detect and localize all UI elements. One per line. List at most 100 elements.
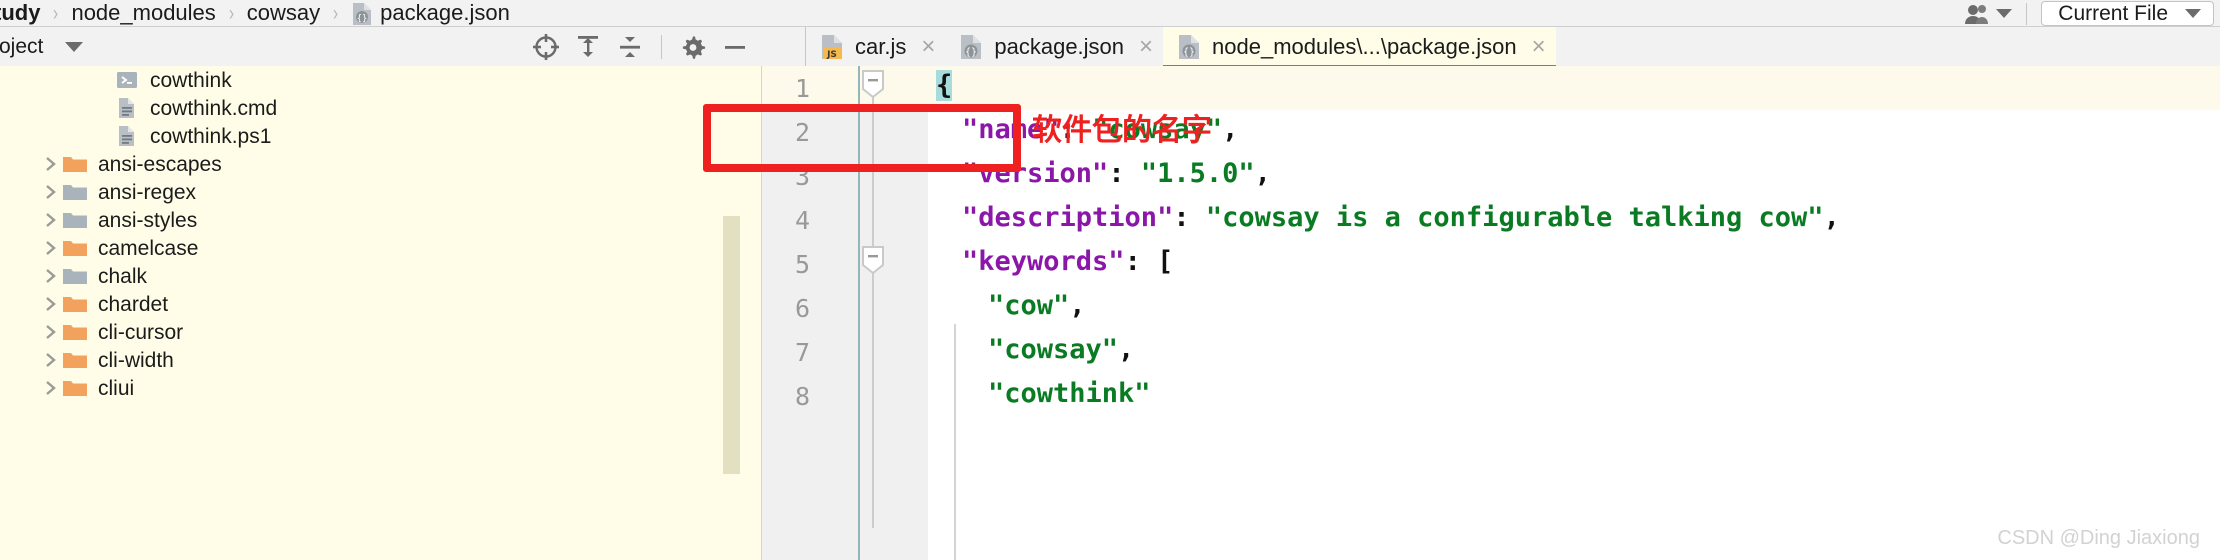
- code-line-5: "keywords": [: [962, 248, 1173, 275]
- chevron-right-icon[interactable]: [40, 346, 62, 374]
- editor-tab-3[interactable]: {} node_modules\...\package.json ×: [1163, 27, 1556, 69]
- fold-toggle-icon[interactable]: [860, 245, 886, 275]
- folder-icon: [62, 235, 88, 261]
- tree-row[interactable]: ansi-styles: [0, 206, 762, 234]
- folder-icon: [62, 179, 88, 205]
- expand-all-icon[interactable]: [567, 27, 609, 66]
- folder-icon: [62, 375, 88, 401]
- line-number: 8: [794, 382, 810, 411]
- indent-guide: [954, 324, 956, 560]
- project-view-caret-down-icon[interactable]: [65, 41, 84, 52]
- code-token: [: [1157, 246, 1174, 277]
- svg-text:JS: JS: [826, 50, 837, 60]
- close-icon[interactable]: ×: [1139, 34, 1153, 59]
- tree-row[interactable]: cowthink.ps1: [0, 122, 762, 150]
- folder-icon: [62, 347, 88, 373]
- code-line-8: "cowthink": [988, 380, 1151, 407]
- close-icon[interactable]: ×: [1532, 34, 1546, 59]
- sidebar-vertical-scrollbar[interactable]: [723, 216, 740, 474]
- breadcrumb-item-package-json[interactable]: {} package.json: [351, 1, 510, 25]
- tree-row[interactable]: ansi-regex: [0, 178, 762, 206]
- code-token: :: [1108, 158, 1141, 189]
- tree-row[interactable]: camelcase: [0, 234, 762, 262]
- code-token: ,: [1118, 334, 1135, 365]
- breadcrumb-item-cowsay[interactable]: cowsay: [247, 2, 320, 24]
- watermark: CSDN @Ding Jiaxiong: [1997, 527, 2200, 549]
- breadcrumb-separator: ›: [333, 1, 339, 25]
- collapse-all-icon[interactable]: [609, 27, 651, 66]
- chevron-right-icon[interactable]: [40, 178, 62, 206]
- editor-tab-2[interactable]: {} package.json ×: [945, 27, 1163, 66]
- chevron-right-icon[interactable]: [40, 374, 62, 402]
- code-token: {: [936, 70, 953, 101]
- tree-item-label: camelcase: [98, 236, 199, 260]
- scope-selector-button[interactable]: Current File: [2041, 1, 2214, 26]
- code-token: ,: [1222, 114, 1239, 145]
- close-icon[interactable]: ×: [921, 34, 935, 59]
- tree-row[interactable]: cli-width: [0, 346, 762, 374]
- code-token: ,: [1254, 158, 1271, 189]
- folder-icon: [62, 151, 88, 177]
- code-token: :: [1124, 246, 1158, 277]
- code-token: "1.5.0": [1140, 158, 1255, 189]
- name-field-highlight-box: [703, 104, 1021, 172]
- json-file-icon: {}: [1177, 34, 1201, 60]
- tree-row[interactable]: cowthink.cmd: [0, 94, 762, 122]
- people-caret-down-icon[interactable]: [1996, 9, 2013, 18]
- breadcrumb-separator: ›: [53, 1, 59, 25]
- tree-item-label: ansi-styles: [98, 208, 198, 232]
- breadcrumb-item-label: node_modules: [71, 0, 216, 25]
- editor-tab-label: package.json: [994, 33, 1125, 59]
- tree-row[interactable]: ansi-escapes: [0, 150, 762, 178]
- fold-toggle-icon[interactable]: [860, 69, 886, 99]
- json-file-icon: {}: [959, 34, 983, 60]
- svg-text:{}: {}: [1183, 47, 1195, 58]
- chevron-right-icon[interactable]: [40, 206, 62, 234]
- code-token: "cowthink": [988, 378, 1151, 409]
- tree-row[interactable]: cowthink: [0, 66, 762, 94]
- text-file-icon: [114, 95, 140, 121]
- tree-item-label: cli-cursor: [98, 320, 184, 344]
- project-panel-toolbar: roject: [0, 27, 762, 66]
- people-icon[interactable]: [1963, 3, 1993, 25]
- tree-item-label: cli-width: [98, 348, 174, 372]
- breadcrumb-item-tudy[interactable]: tudy: [0, 2, 40, 24]
- tree-item-label: cowthink.ps1: [150, 124, 272, 148]
- svg-text:{}: {}: [357, 14, 368, 24]
- locate-target-icon[interactable]: [525, 27, 567, 66]
- chevron-right-icon[interactable]: [40, 318, 62, 346]
- chevron-right-icon[interactable]: [40, 234, 62, 262]
- breadcrumb-item-label: package.json: [380, 0, 510, 25]
- hide-minus-icon[interactable]: [714, 27, 756, 66]
- editor-tab-1[interactable]: JS car.js ×: [806, 27, 945, 66]
- line-number: 1: [794, 74, 810, 103]
- tree-item-label: chalk: [98, 264, 148, 288]
- code-line-6: "cow",: [988, 292, 1086, 319]
- chevron-right-icon[interactable]: [40, 262, 62, 290]
- tree-item-label: cliui: [98, 376, 135, 400]
- editor-tab-label: car.js: [855, 33, 907, 59]
- chevron-right-icon[interactable]: [40, 150, 62, 178]
- chevron-down-icon: [2185, 9, 2201, 18]
- chevron-right-icon[interactable]: [40, 290, 62, 318]
- breadcrumb-item-node-modules[interactable]: node_modules: [71, 2, 215, 24]
- tree-row[interactable]: cli-cursor: [0, 318, 762, 346]
- gear-icon[interactable]: [672, 27, 714, 66]
- caret-line-highlight: [928, 66, 2220, 110]
- code-line-1: {: [936, 70, 953, 101]
- tree-row[interactable]: chardet: [0, 290, 762, 318]
- breadcrumb-item-label: cowsay: [246, 0, 321, 25]
- project-panel-title[interactable]: roject: [0, 35, 43, 59]
- code-token: "cow": [988, 290, 1070, 321]
- code-token: :: [1173, 202, 1206, 233]
- breadcrumb: tudy › node_modules › cowsay › {} package.jso…: [0, 1, 510, 25]
- json-file-icon: {}: [351, 2, 373, 26]
- code-token: "cowsay is a configurable talking cow": [1205, 202, 1824, 233]
- code-token: ,: [1823, 202, 1840, 233]
- script-file-icon: [114, 67, 140, 93]
- tree-row[interactable]: cliui: [0, 374, 762, 402]
- tree-row[interactable]: chalk: [0, 262, 762, 290]
- project-tree-panel[interactable]: cowthink cowthink.cmd cowthink.ps1 ansi-…: [0, 66, 762, 560]
- code-token: ,: [1069, 290, 1086, 321]
